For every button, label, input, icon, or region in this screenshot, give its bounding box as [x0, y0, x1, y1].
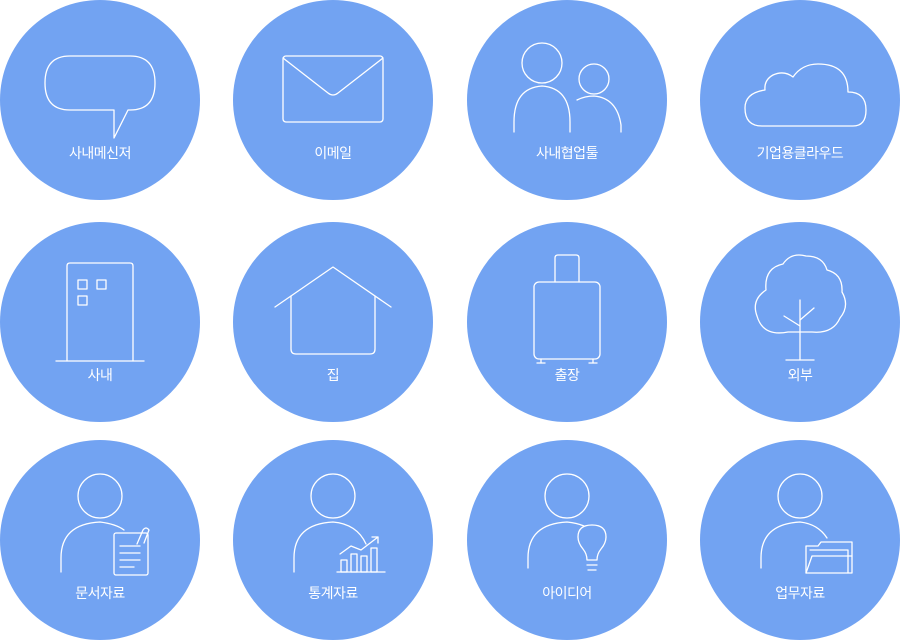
tile-cloud[interactable]: 기업용클라우드	[700, 0, 900, 200]
tile-outside[interactable]: 외부	[700, 222, 900, 422]
tile-label: 사내메신저	[69, 146, 131, 162]
tile-business-trip[interactable]: 출장	[467, 222, 667, 422]
person-document-icon	[60, 473, 150, 576]
tile-ideas[interactable]: 아이디어	[467, 440, 667, 640]
tile-label: 출장	[554, 368, 580, 384]
person-folder-icon	[760, 473, 853, 574]
tile-home[interactable]: 집	[233, 222, 433, 422]
tile-documents[interactable]: 문서자료	[0, 440, 200, 640]
person-lightbulb-icon	[527, 473, 607, 571]
tile-messenger[interactable]: 사내메신저	[0, 0, 200, 200]
speech-bubble-icon	[44, 55, 156, 139]
tile-email[interactable]: 이메일	[233, 0, 433, 200]
tile-label: 업무자료	[775, 586, 825, 602]
tile-label: 사내협업툴	[536, 146, 598, 162]
tile-label: 외부	[787, 368, 813, 384]
tile-label: 기업용클라우드	[756, 146, 844, 162]
tile-collaboration[interactable]: 사내협업툴	[467, 0, 667, 200]
tile-label: 아이디어	[542, 586, 592, 602]
person-chart-icon	[293, 473, 386, 573]
tile-label: 사내	[87, 368, 113, 384]
category-grid: 사내메신저 이메일 사내협업툴 기업용클라우드 사내 집 출장 외부 문서자료 …	[0, 0, 900, 640]
cloud-icon	[744, 63, 867, 127]
office-building-icon	[55, 262, 145, 362]
house-icon	[274, 266, 392, 355]
tile-statistics[interactable]: 통계자료	[233, 440, 433, 640]
tile-office[interactable]: 사내	[0, 222, 200, 422]
tile-label: 통계자료	[308, 586, 358, 602]
tree-icon	[754, 254, 847, 361]
tile-label: 문서자료	[75, 586, 125, 602]
envelope-icon	[282, 55, 384, 123]
suitcase-icon	[533, 254, 601, 364]
tile-work-files[interactable]: 업무자료	[700, 440, 900, 640]
tile-label: 집	[326, 368, 340, 384]
tile-label: 이메일	[314, 146, 352, 162]
two-people-icon	[513, 42, 622, 133]
